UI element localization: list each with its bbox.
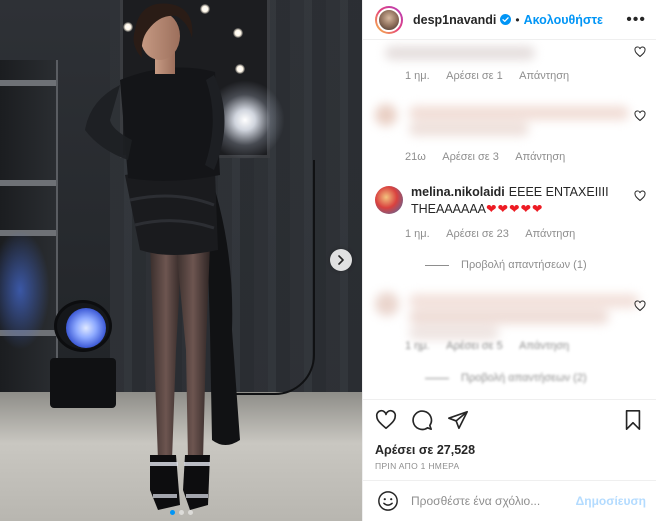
- comment-likes[interactable]: Αρέσει σε 23: [446, 228, 509, 240]
- comment-like-heart-icon[interactable]: [634, 46, 646, 58]
- comment-likes[interactable]: Αρέσει σε 3: [442, 151, 499, 163]
- carousel-dot: [169, 510, 175, 515]
- comment-text: melina.nikolaidi EEEE ENTAXEIIII THEAAAAA…: [411, 184, 628, 218]
- comment-item: 21ω Αρέσει σε 3 Απάντηση: [375, 98, 646, 168]
- post-photo[interactable]: [0, 0, 362, 521]
- emoji-smiley-icon[interactable]: [377, 490, 399, 512]
- commenter-username[interactable]: melina.nikolaidi: [411, 185, 505, 199]
- view-replies-label: Προβολή απαντήσεων (1): [461, 259, 587, 271]
- add-comment-form: Δημοσίευση: [363, 481, 656, 521]
- heart-emojis: ❤❤❤❤❤: [486, 202, 544, 216]
- comment-time: 21ω: [405, 151, 426, 163]
- comment-meta: 1 ημ. Αρέσει σε 23 Απάντηση: [405, 228, 589, 240]
- chevron-right-icon: [338, 255, 344, 265]
- follow-button[interactable]: Ακολουθήστε: [524, 13, 603, 27]
- comments-list[interactable]: 1 ημ. Αρέσει σε 1 Απάντηση 21ω Αρέσει σε: [363, 40, 656, 399]
- comment-time: 1 ημ.: [405, 70, 430, 82]
- post-actions-bar: [363, 399, 656, 439]
- carousel-dot: [178, 510, 184, 515]
- post-header: desp1navandi • Ακολουθήστε •••: [363, 0, 656, 40]
- view-replies-button[interactable]: Προβολή απαντήσεων (2): [425, 372, 587, 384]
- comment-likes[interactable]: Αρέσει σε 5: [446, 340, 503, 352]
- author-username[interactable]: desp1navandi: [413, 13, 496, 27]
- comment-like-heart-icon[interactable]: [634, 300, 646, 312]
- view-replies-button[interactable]: Προβολή απαντήσεων (1): [425, 259, 587, 271]
- comment-input[interactable]: [411, 494, 576, 508]
- instagram-post: desp1navandi • Ακολουθήστε ••• 1 ημ. Αρέ…: [0, 0, 656, 521]
- reply-button[interactable]: Απάντηση: [515, 151, 565, 163]
- reply-button[interactable]: Απάντηση: [525, 228, 575, 240]
- likes-label: Αρέσει σε: [375, 443, 434, 457]
- likes-count[interactable]: Αρέσει σε 27,528: [363, 439, 656, 459]
- next-slide-button[interactable]: [330, 249, 352, 271]
- comment-item: melina.nikolaidi EEEE ENTAXEIIII THEAAAAA…: [375, 184, 646, 294]
- comment-like-heart-icon[interactable]: [634, 190, 646, 202]
- comment-meta: 21ω Αρέσει σε 3 Απάντηση: [405, 151, 579, 163]
- likes-number: 27,528: [436, 443, 476, 457]
- view-replies-label: Προβολή απαντήσεων (2): [461, 372, 587, 384]
- comment-time: 1 ημ.: [405, 340, 430, 352]
- author-avatar[interactable]: [375, 5, 403, 34]
- post-timestamp: ΠΡΙΝ ΑΠΟ 1 ΗΜΕΡΑ: [363, 459, 656, 481]
- comment-time: 1 ημ.: [405, 228, 430, 240]
- comment-item: 1 ημ. Αρέσει σε 5 Απάντηση Προβολή απαντ…: [375, 288, 646, 388]
- comment-meta: 1 ημ. Αρέσει σε 5 Απάντηση: [405, 340, 583, 352]
- header-separator: •: [515, 12, 520, 27]
- post-sidebar: desp1navandi • Ακολουθήστε ••• 1 ημ. Αρέ…: [362, 0, 656, 521]
- carousel-indicator: [0, 510, 362, 515]
- like-heart-icon[interactable]: [375, 409, 397, 431]
- comment-item: 1 ημ. Αρέσει σε 1 Απάντηση: [375, 40, 646, 88]
- comment-meta: 1 ημ. Αρέσει σε 1 Απάντηση: [405, 70, 583, 82]
- woman-figure: [85, 3, 240, 510]
- comment-bubble-icon[interactable]: [411, 409, 433, 431]
- reply-button[interactable]: Απάντηση: [519, 70, 569, 82]
- reply-button[interactable]: Απάντηση: [519, 340, 569, 352]
- more-options-icon[interactable]: •••: [626, 11, 646, 29]
- comment-likes[interactable]: Αρέσει σε 1: [446, 70, 503, 82]
- commenter-avatar[interactable]: [375, 186, 403, 214]
- share-paper-plane-icon[interactable]: [447, 409, 469, 431]
- carousel-dot: [187, 510, 193, 515]
- verified-badge-icon: [500, 14, 512, 25]
- save-bookmark-icon[interactable]: [622, 409, 644, 431]
- post-comment-button[interactable]: Δημοσίευση: [576, 494, 646, 508]
- comment-like-heart-icon[interactable]: [634, 110, 646, 122]
